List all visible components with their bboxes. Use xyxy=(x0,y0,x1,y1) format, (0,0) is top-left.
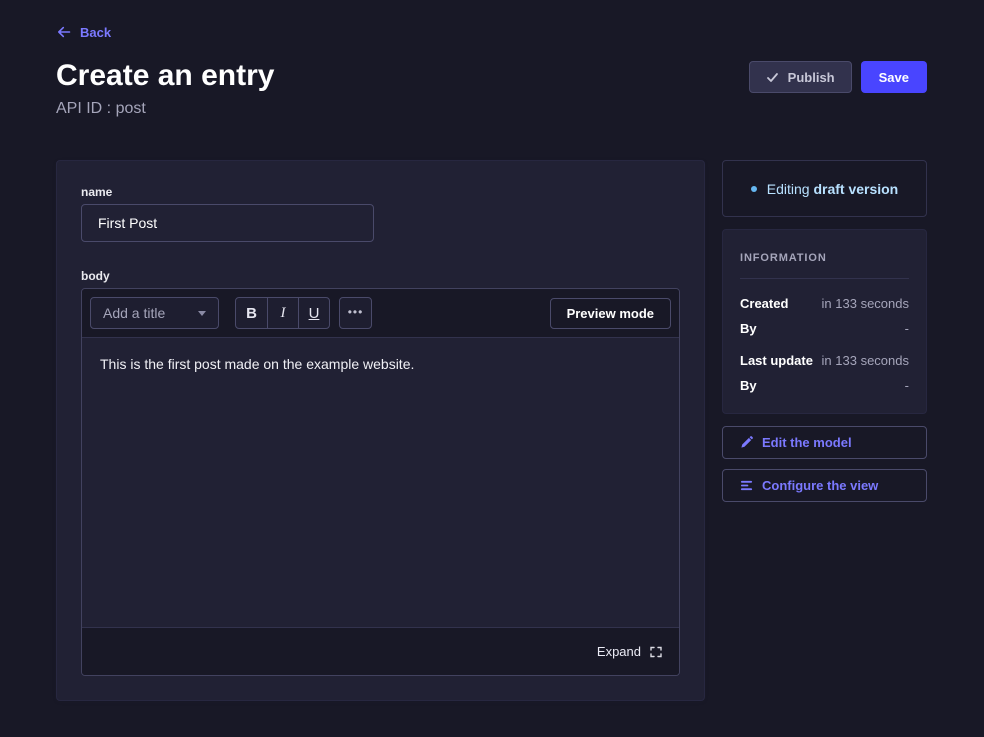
heading-select[interactable]: Add a title xyxy=(90,297,219,329)
configure-view-label: Configure the view xyxy=(762,478,878,493)
heading-select-value: Add a title xyxy=(103,305,165,321)
header-actions: Publish Save xyxy=(749,61,927,93)
body-field-label: body xyxy=(81,269,680,283)
editor-footer: Expand xyxy=(82,627,679,675)
underline-button[interactable]: U xyxy=(298,298,329,328)
information-divider xyxy=(740,278,909,279)
ellipsis-icon: ••• xyxy=(348,305,364,319)
info-row-created-by: By - xyxy=(740,321,909,336)
expand-button[interactable]: Expand xyxy=(597,644,662,659)
expand-corners-icon xyxy=(650,646,662,658)
api-id-subtitle: API ID : post xyxy=(56,100,927,118)
info-row-created: Created in 133 seconds xyxy=(740,296,909,311)
draft-status-text: Editing draft version xyxy=(767,181,899,197)
more-options-button[interactable]: ••• xyxy=(339,297,372,329)
info-row-last-update: Last update in 133 seconds xyxy=(740,353,909,368)
pencil-icon xyxy=(740,436,753,449)
entry-editor-page: Back Create an entry Publish Save API ID… xyxy=(0,0,984,737)
check-icon xyxy=(766,71,779,84)
back-link[interactable]: Back xyxy=(56,24,111,40)
italic-button[interactable]: I xyxy=(267,298,298,328)
back-label: Back xyxy=(80,25,111,40)
expand-label: Expand xyxy=(597,644,641,659)
configure-view-button[interactable]: Configure the view xyxy=(722,469,927,502)
bold-button[interactable]: B xyxy=(236,298,267,328)
main-content: name body Add a title B I U xyxy=(56,160,927,701)
right-sidebar: Editing draft version INFORMATION Create… xyxy=(722,160,927,502)
draft-bullet-dot xyxy=(751,186,757,192)
info-row-updated-by: By - xyxy=(740,378,909,393)
publish-label: Publish xyxy=(788,70,835,85)
configure-lines-icon xyxy=(740,479,753,492)
preview-mode-button[interactable]: Preview mode xyxy=(550,298,671,329)
entry-form-card: name body Add a title B I U xyxy=(56,160,705,701)
editor-content-area[interactable]: This is the first post made on the examp… xyxy=(82,338,679,627)
draft-status-box: Editing draft version xyxy=(722,160,927,217)
rich-text-editor: Add a title B I U ••• Preview mode xyxy=(81,288,680,676)
name-input[interactable] xyxy=(81,204,374,242)
publish-button[interactable]: Publish xyxy=(749,61,852,93)
format-button-group: B I U xyxy=(235,297,330,329)
page-title: Create an entry xyxy=(56,59,274,93)
editor-toolbar: Add a title B I U ••• Preview mode xyxy=(82,289,679,338)
chevron-down-icon xyxy=(198,311,206,316)
body-field: body Add a title B I U ••• xyxy=(81,269,680,676)
save-button[interactable]: Save xyxy=(861,61,927,93)
back-arrow-icon xyxy=(56,24,72,40)
information-panel: INFORMATION Created in 133 seconds By - … xyxy=(722,229,927,414)
name-field-label: name xyxy=(81,185,680,199)
information-title: INFORMATION xyxy=(740,252,909,264)
editor-paragraph: This is the first post made on the examp… xyxy=(100,354,661,374)
edit-model-label: Edit the model xyxy=(762,435,852,450)
header-title-row: Create an entry Publish Save xyxy=(56,59,927,93)
edit-model-button[interactable]: Edit the model xyxy=(722,426,927,459)
